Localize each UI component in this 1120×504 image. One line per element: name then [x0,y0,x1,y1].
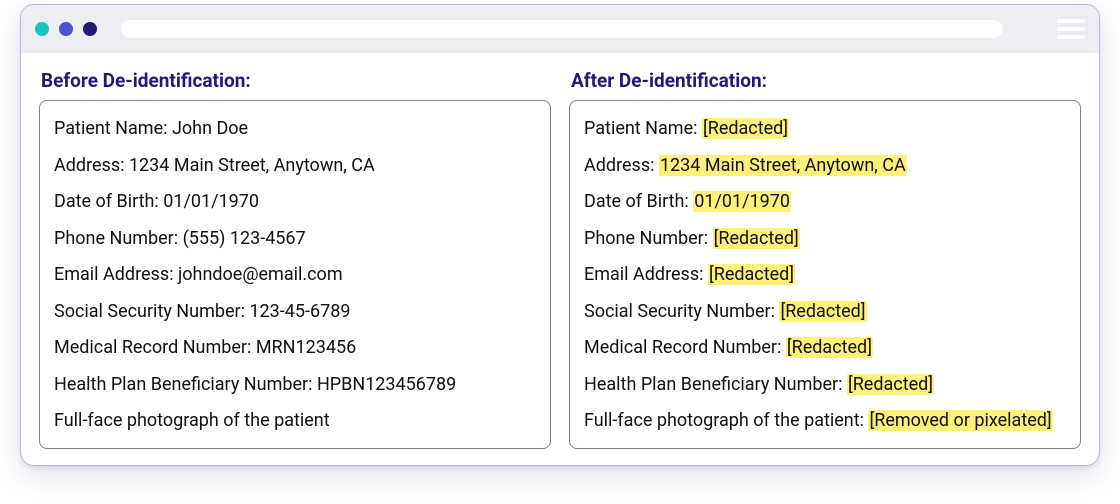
before-panel: Patient Name: John DoeAddress: 1234 Main… [39,100,551,449]
field-value-highlighted: [Redacted] [786,337,873,358]
field-label: Patient Name: [584,118,702,139]
field-value-highlighted: [Redacted] [779,301,866,322]
field-label: Address: [584,155,659,176]
data-row: Date of Birth: 01/01/1970 [584,184,1066,221]
field-label: Phone Number: [54,228,183,249]
after-column: After De-identification: Patient Name: [… [569,69,1081,449]
field-value: 01/01/1970 [163,191,259,212]
field-label: Medical Record Number: [584,337,786,358]
after-title: After De-identification: [571,69,1081,92]
field-label: Date of Birth: [54,191,163,212]
field-label: Medical Record Number: [54,337,256,358]
data-row: Address: 1234 Main Street, Anytown, CA [584,148,1066,185]
field-value: MRN123456 [256,337,356,358]
window-dot-2-icon[interactable] [59,22,73,36]
field-label: Date of Birth: [584,191,693,212]
window-dot-3-icon[interactable] [83,22,97,36]
browser-window: Before De-identification: Patient Name: … [20,4,1100,466]
field-value-highlighted: [Redacted] [713,228,800,249]
field-label: Email Address: [54,264,178,285]
data-row: Patient Name: [Redacted] [584,111,1066,148]
field-label: Email Address: [584,264,708,285]
field-value: 123-45-6789 [249,301,350,322]
before-title: Before De-identification: [41,69,551,92]
field-value-highlighted: [Redacted] [847,374,934,395]
field-label: Full-face photograph of the patient [54,410,330,431]
field-value: John Doe [172,118,248,139]
field-value: johndoe@email.com [178,264,343,285]
field-value-highlighted: 01/01/1970 [693,191,791,212]
data-row: Phone Number: [Redacted] [584,221,1066,258]
field-label: Full-face photograph of the patient: [584,410,868,431]
content-area: Before De-identification: Patient Name: … [21,53,1099,465]
field-value: (555) 123-4567 [183,228,306,249]
titlebar [21,5,1099,53]
data-row: Date of Birth: 01/01/1970 [54,184,536,221]
field-label: Patient Name: [54,118,172,139]
field-label: Phone Number: [584,228,713,249]
window-dot-1-icon[interactable] [35,22,49,36]
data-row: Health Plan Beneficiary Number: [Redacte… [584,367,1066,404]
data-row: Medical Record Number: [Redacted] [584,330,1066,367]
field-value: HPBN123456789 [317,374,456,395]
field-value-highlighted: [Redacted] [702,118,789,139]
data-row: Email Address: johndoe@email.com [54,257,536,294]
field-label: Address: [54,155,129,176]
field-value-highlighted: [Redacted] [708,264,795,285]
data-row: Medical Record Number: MRN123456 [54,330,536,367]
field-value-highlighted: 1234 Main Street, Anytown, CA [659,155,907,176]
data-row: Social Security Number: 123-45-6789 [54,294,536,331]
data-row: Phone Number: (555) 123-4567 [54,221,536,258]
field-label: Health Plan Beneficiary Number: [584,374,847,395]
data-row: Patient Name: John Doe [54,111,536,148]
data-row: Full-face photograph of the patient [54,403,536,440]
hamburger-menu-icon[interactable] [1057,19,1085,39]
field-value-highlighted: [Removed or pixelated] [868,410,1052,431]
data-row: Social Security Number: [Redacted] [584,294,1066,331]
field-label: Social Security Number: [584,301,779,322]
address-bar[interactable] [121,20,1003,38]
field-label: Social Security Number: [54,301,249,322]
data-row: Email Address: [Redacted] [584,257,1066,294]
before-column: Before De-identification: Patient Name: … [39,69,551,449]
field-value: 1234 Main Street, Anytown, CA [129,155,375,176]
data-row: Address: 1234 Main Street, Anytown, CA [54,148,536,185]
data-row: Health Plan Beneficiary Number: HPBN1234… [54,367,536,404]
after-panel: Patient Name: [Redacted]Address: 1234 Ma… [569,100,1081,449]
traffic-lights [35,22,97,36]
field-label: Health Plan Beneficiary Number: [54,374,317,395]
data-row: Full-face photograph of the patient: [Re… [584,403,1066,440]
